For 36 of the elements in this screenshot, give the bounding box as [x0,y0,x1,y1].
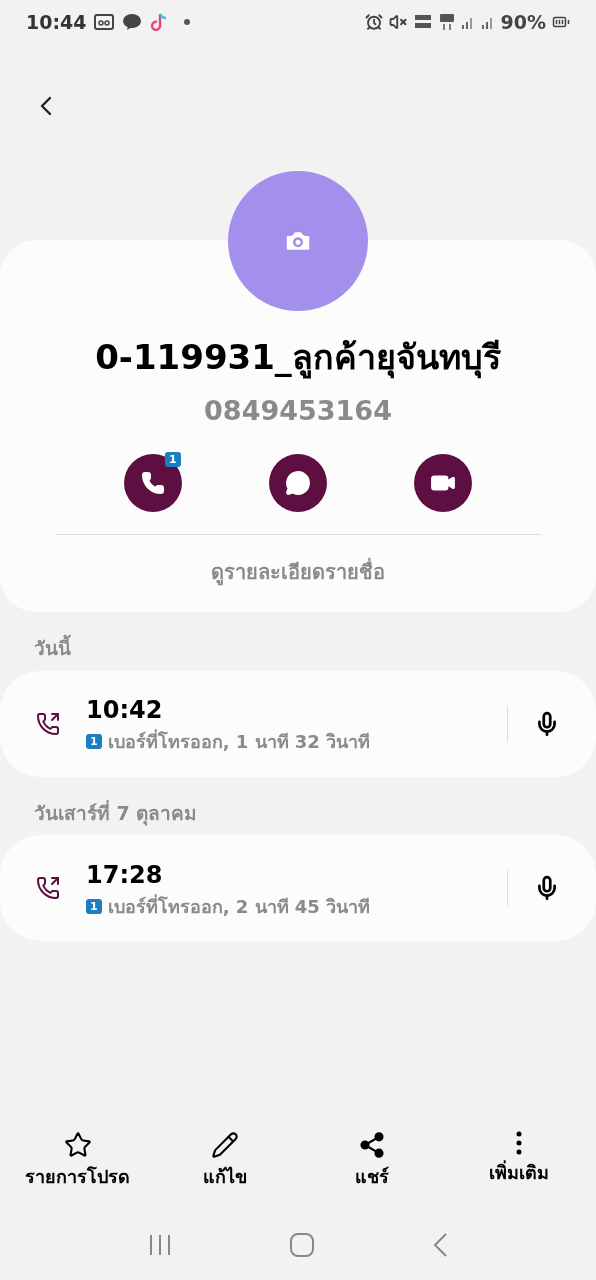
call-button[interactable]: 1 [123,453,182,512]
message-button[interactable] [269,453,327,512]
outgoing-call-icon [36,876,60,900]
music-note-icon [150,12,169,32]
call-time: 17:28 [86,859,164,891]
chat-bubble-icon [285,469,311,496]
alarm-icon [364,13,383,31]
sim-badge: 1 [165,451,181,467]
phone-icon [140,470,165,495]
chat-bubble-icon [122,13,143,31]
recent-apps-icon[interactable] [148,1233,173,1257]
sim-badge: 1 [86,734,102,749]
back-nav-icon[interactable] [431,1232,448,1258]
home-icon[interactable] [289,1232,315,1258]
voicemail-icon [94,14,115,30]
outgoing-call-icon [36,711,60,736]
call-log-entry[interactable]: 10:42 1 เบอร์ที่โทรออก, 1 นาที 32 วินาที [0,670,596,777]
toolbar-button[interactable]: รายการโปรด [7,1131,148,1190]
phone-number: 0849453164 [204,394,392,428]
mute-icon [388,13,407,31]
toolbar-button[interactable]: แก้ไข [154,1131,295,1190]
status-time: 10:44 [26,9,87,35]
call-description: เบอร์ที่โทรออก, 1 นาที 32 วินาที [107,728,371,754]
toolbar-button[interactable]: แชร์ [301,1131,442,1190]
call-time: 10:42 [86,695,164,726]
more-icon [515,1131,522,1155]
date-header: วันเสาร์ที่ 7 ตุลาคม [33,799,199,828]
pencil-icon [210,1131,239,1159]
star-icon [63,1131,92,1159]
sim-badge: 1 [86,898,102,914]
call-description: เบอร์ที่โทรออก, 2 นาที 45 วินาที [107,893,371,919]
contact-name: 0-119931_ลูกค้ายุจันทบุรี [95,336,501,381]
date-header: วันนี้ [0,612,596,671]
toolbar-button[interactable]: เพิ่มเติม [448,1131,589,1190]
call-log-entry[interactable]: 17:28 1 เบอร์ที่โทรออก, 2 นาที 45 วินาที [0,835,596,941]
battery-percent: 90% [500,9,546,35]
